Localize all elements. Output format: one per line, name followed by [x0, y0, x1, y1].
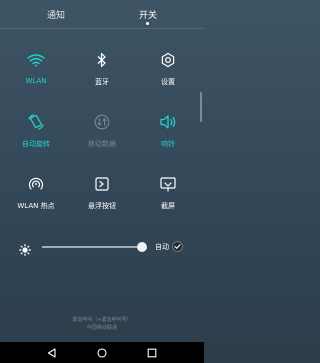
carrier-name: 中国移动联通 — [86, 325, 117, 331]
toggle-label: 设置 — [161, 78, 175, 86]
speaker-icon — [156, 110, 180, 134]
toggle-label: 悬浮按钮 — [88, 202, 116, 210]
quick-panel-tabs: 通知 开关 — [0, 0, 204, 28]
gear-icon — [156, 48, 180, 72]
toggle-wlan[interactable]: WLAN — [5, 42, 67, 88]
rotate-icon — [24, 110, 48, 134]
navigation-bar — [0, 342, 204, 363]
back-icon — [47, 348, 56, 358]
emergency-call-text: 紧急呼叫（+紧急呼叫号） — [72, 317, 132, 323]
toggle-label: WLAN — [25, 77, 47, 85]
toggle-mobile-data[interactable]: 移动数据 — [71, 104, 133, 150]
toggle-label: 响铃 — [161, 140, 175, 148]
toggle-label: 自动旋转 — [22, 140, 50, 148]
toggle-bluetooth[interactable]: 蓝牙 — [71, 42, 133, 88]
tab-switches[interactable]: 开关 — [139, 8, 157, 21]
home-button[interactable] — [95, 346, 109, 360]
floating-button-icon — [90, 172, 114, 196]
take-screenshot[interactable]: 截屏 — [137, 166, 199, 212]
toggle-auto-rotate[interactable]: 自动旋转 — [5, 104, 67, 150]
brightness-icon — [19, 241, 31, 256]
back-button[interactable] — [45, 346, 59, 360]
auto-brightness-label: 自动 — [155, 243, 169, 251]
toggle-label: 截屏 — [161, 202, 175, 210]
tab-divider — [0, 28, 204, 29]
screenshot-icon — [156, 172, 180, 196]
toggle-hotspot[interactable]: WLAN 热点 — [5, 166, 67, 212]
carrier-footer: 紧急呼叫（+紧急呼叫号） 中国移动联通 — [0, 316, 204, 332]
brightness-control: 自动 — [0, 232, 204, 262]
recents-button[interactable] — [145, 346, 159, 360]
toggle-floating-button[interactable]: 悬浮按钮 — [71, 166, 133, 212]
home-icon — [97, 348, 107, 358]
toggle-label: WLAN 热点 — [17, 202, 55, 210]
auto-brightness-checkbox[interactable] — [172, 241, 183, 252]
scroll-indicator — [200, 92, 202, 122]
wifi-icon — [24, 48, 48, 72]
bluetooth-icon — [90, 48, 114, 72]
mobile-data-icon — [90, 110, 114, 134]
tab-notifications[interactable]: 通知 — [47, 8, 65, 21]
toggle-label: 蓝牙 — [95, 78, 109, 86]
toggle-ring[interactable]: 响铃 — [137, 104, 199, 150]
recents-icon — [147, 348, 157, 358]
toggle-label: 移动数据 — [88, 140, 116, 148]
brightness-slider-thumb[interactable] — [137, 242, 147, 252]
brightness-slider-track[interactable] — [42, 246, 142, 248]
active-tab-indicator — [146, 22, 149, 25]
open-settings[interactable]: 设置 — [137, 42, 199, 88]
hotspot-icon — [24, 172, 48, 196]
check-icon — [174, 244, 181, 249]
